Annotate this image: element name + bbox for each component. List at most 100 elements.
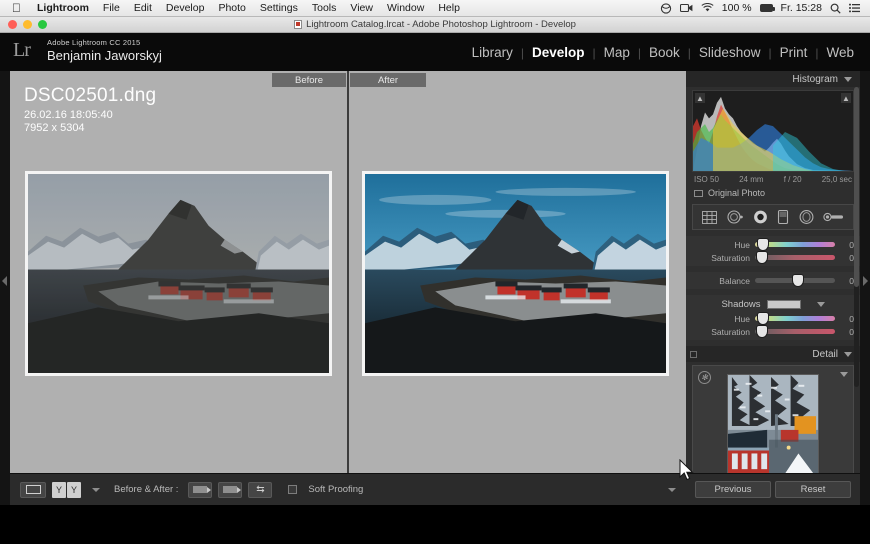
histogram-panel-header[interactable]: Histogram	[686, 71, 860, 87]
adjustment-brush-tool[interactable]	[823, 210, 845, 224]
histogram-exif-row: ISO 50 24 mm f / 20 25,0 sec	[686, 172, 860, 184]
highlights-saturation-slider[interactable]	[755, 252, 835, 263]
screen-recording-icon[interactable]	[679, 3, 693, 13]
catalog-document-icon	[294, 20, 303, 29]
menu-window[interactable]: Window	[380, 2, 431, 14]
before-after-split-icon[interactable]: Y	[67, 481, 81, 498]
notification-center-icon[interactable]	[849, 3, 860, 13]
highlights-saturation-row[interactable]: Saturation 0	[686, 251, 860, 264]
exif-shutter-speed: 25,0 sec	[821, 175, 852, 184]
menu-develop[interactable]: Develop	[159, 2, 212, 14]
before-after-left-right-icon[interactable]: Y	[52, 481, 66, 498]
crop-overlay-tool[interactable]	[701, 210, 718, 225]
module-library[interactable]: Library	[464, 45, 521, 60]
menu-photo[interactable]: Photo	[211, 2, 252, 14]
swap-before-after-icon[interactable]: ⇆	[248, 481, 273, 498]
module-map[interactable]: Map	[596, 45, 638, 60]
menu-file[interactable]: File	[96, 2, 127, 14]
module-slideshow[interactable]: Slideshow	[691, 45, 769, 60]
detail-loupe-preview[interactable]	[727, 374, 819, 478]
split-toning-balance-group: Balance 0	[686, 272, 860, 289]
right-panel-scrollbar[interactable]	[854, 87, 859, 387]
original-photo-checkbox[interactable]	[694, 189, 703, 197]
copy-before-to-after-icon[interactable]	[218, 481, 243, 498]
menu-settings[interactable]: Settings	[253, 2, 305, 14]
histogram-graph[interactable]: ▲ ▲	[692, 90, 854, 172]
red-eye-correction-tool[interactable]	[752, 209, 769, 225]
shadow-clipping-icon[interactable]: ▲	[695, 93, 705, 103]
shadows-disclosure-icon[interactable]	[816, 302, 825, 307]
screen-share-icon[interactable]	[660, 2, 672, 14]
graduated-filter-tool[interactable]	[776, 209, 790, 225]
copy-after-to-before-icon[interactable]	[188, 481, 213, 498]
shadows-hue-slider[interactable]	[755, 313, 835, 324]
balance-value: 0	[849, 275, 854, 286]
panel-disclosure-icon[interactable]	[844, 76, 852, 82]
panel-disclosure-icon[interactable]	[844, 351, 852, 357]
lightroom-logo: Lr	[13, 39, 31, 61]
identity-user-line: Benjamin Jaworskyj	[47, 48, 162, 63]
radial-filter-tool[interactable]	[798, 209, 815, 225]
after-photo-graphic	[365, 174, 666, 373]
module-web[interactable]: Web	[818, 45, 862, 60]
highlight-clipping-icon[interactable]: ▲	[841, 93, 851, 103]
previous-button[interactable]: Previous	[695, 481, 771, 498]
detail-disclosure-icon[interactable]	[840, 372, 848, 377]
shadows-saturation-row[interactable]: Saturation 0	[686, 325, 860, 338]
menu-edit[interactable]: Edit	[127, 2, 159, 14]
show-left-panel-arrow[interactable]	[2, 276, 7, 286]
highlights-hue-row[interactable]: Hue 0	[686, 238, 860, 251]
chevron-down-icon[interactable]	[92, 487, 100, 492]
battery-percent-label: 100 %	[721, 2, 752, 14]
wifi-icon[interactable]	[701, 3, 714, 13]
original-photo-row[interactable]: Original Photo	[686, 184, 860, 198]
soft-proofing-checkbox[interactable]	[288, 485, 298, 494]
highlights-hue-value: 0	[849, 239, 854, 250]
module-develop[interactable]: Develop	[524, 45, 593, 60]
split-toning-highlights-group: Hue 0 Saturation 0	[686, 236, 860, 266]
photo-dimensions: 7952 x 5304	[24, 122, 85, 134]
image-stage[interactable]: Before After DSC02501.dng 26.02.16 18:05…	[10, 71, 686, 473]
shadows-saturation-slider[interactable]	[755, 326, 835, 337]
before-label: Before	[272, 73, 346, 87]
right-panel-edge[interactable]	[860, 71, 870, 505]
shadows-hue-row[interactable]: Hue 0	[686, 312, 860, 325]
right-panel: Histogram ▲ ▲ ISO 50 24 mm f / 20 25,0 s…	[686, 71, 860, 505]
detail-panel-header[interactable]: Detail	[686, 346, 860, 362]
menu-help[interactable]: Help	[431, 2, 467, 14]
spotlight-search-icon[interactable]	[830, 3, 841, 14]
before-after-mode-buttons[interactable]: Y Y	[52, 481, 82, 498]
highlights-saturation-value: 0	[849, 252, 854, 263]
battery-icon[interactable]	[759, 4, 775, 12]
loupe-view-icon[interactable]	[20, 481, 46, 498]
highlights-hue-slider[interactable]	[755, 239, 835, 250]
apple-menu-icon[interactable]: 	[12, 2, 21, 14]
after-photo[interactable]	[362, 171, 669, 376]
menu-view[interactable]: View	[343, 2, 380, 14]
photo-info-overlay: DSC02501.dng 26.02.16 18:05:40 7952 x 53…	[24, 85, 156, 134]
menu-lightroom[interactable]: Lightroom	[30, 2, 96, 14]
shadows-hue-label: Hue	[734, 313, 750, 324]
module-book[interactable]: Book	[641, 45, 688, 60]
module-print[interactable]: Print	[772, 45, 816, 60]
detail-preview-area[interactable]: ✻	[692, 365, 854, 487]
before-photo[interactable]	[25, 171, 332, 376]
highlights-saturation-label: Saturation	[711, 252, 750, 263]
zoom-target-icon[interactable]: ✻	[698, 371, 711, 384]
toolbar-options-chevron-icon[interactable]	[668, 487, 676, 492]
develop-tool-strip	[692, 204, 854, 230]
detail-panel-switch-icon[interactable]	[690, 350, 697, 358]
detail-panel-title: Detail	[812, 348, 838, 360]
shadows-header[interactable]: Shadows	[686, 297, 860, 312]
show-right-panel-arrow[interactable]	[863, 276, 868, 286]
shadows-color-swatch[interactable]	[766, 300, 801, 309]
left-panel-collapsed[interactable]	[0, 71, 10, 505]
spot-removal-tool[interactable]	[726, 209, 744, 225]
balance-row[interactable]: Balance 0	[686, 274, 860, 287]
before-after-divider[interactable]	[347, 71, 349, 473]
menubar-clock[interactable]: Fr. 15:28	[781, 2, 822, 14]
menu-tools[interactable]: Tools	[305, 2, 344, 14]
shadows-hue-value: 0	[849, 313, 854, 324]
balance-slider[interactable]	[755, 275, 835, 286]
reset-button[interactable]: Reset	[775, 481, 851, 498]
